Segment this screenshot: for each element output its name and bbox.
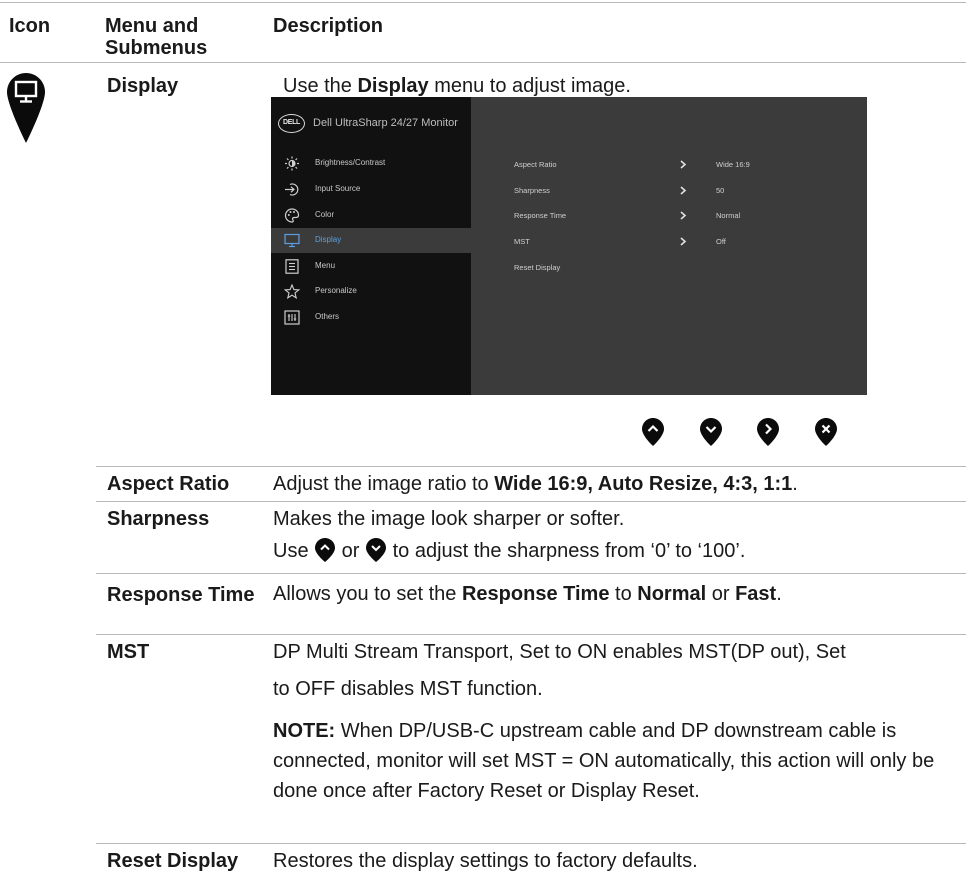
right-arrow-icon <box>757 418 779 446</box>
osd-title: Dell UltraSharp 24/27 Monitor <box>313 117 458 129</box>
chevron-right-icon <box>680 186 687 195</box>
row-rule <box>96 843 966 844</box>
osd-item-label: Input Source <box>315 184 361 193</box>
input-icon <box>285 183 299 196</box>
aspect-ratio-description: Adjust the image ratio to Wide 16:9, Aut… <box>273 473 798 495</box>
chevron-right-icon <box>680 211 687 220</box>
down-arrow-icon <box>366 538 387 562</box>
osd-item-others: Others <box>271 305 471 330</box>
osd-item-brightness-contrast: Brightness/Contrast <box>271 151 471 176</box>
header-bottom-rule <box>0 62 966 63</box>
display-menu-icon <box>7 73 45 143</box>
sun-icon <box>285 156 299 171</box>
star-icon <box>284 284 300 299</box>
mst-note: NOTE: When DP/USB-C upstream cable and D… <box>273 720 935 802</box>
osd-value-mst: Off <box>716 237 726 246</box>
osd-submenu-aspect-ratio: Aspect Ratio <box>514 160 557 169</box>
osd-item-label: Brightness/Contrast <box>315 158 386 167</box>
sharpness-name: Sharpness <box>107 508 210 530</box>
osd-item-label: Personalize <box>315 286 357 295</box>
chevron-right-icon <box>680 160 687 169</box>
osd-item-label: Menu <box>315 261 336 270</box>
others-icon <box>284 310 300 325</box>
header-icon-label: Icon <box>9 15 51 37</box>
osd-submenu-mst: MST <box>514 237 530 246</box>
row-rule <box>96 466 966 467</box>
osd-submenu-response-time: Response Time <box>514 211 567 220</box>
row-rule <box>96 573 966 574</box>
header-top-rule <box>0 2 966 3</box>
aspect-ratio-name: Aspect Ratio <box>107 473 230 495</box>
osd-main-menu: DELL Dell UltraSharp 24/27 Monitor Brigh… <box>271 97 471 395</box>
mst-name: MST <box>107 641 150 663</box>
osd-value-response-time: Normal <box>716 211 741 220</box>
dell-logo: DELL <box>278 114 305 133</box>
osd-item-input-source: Input Source <box>271 177 471 202</box>
header-menu-label: Menu and Submenus <box>105 15 208 59</box>
osd-item-personalize: Personalize <box>271 279 471 304</box>
sharpness-description-line2: Use or to adjust the sharpness from ‘0’ … <box>273 536 745 566</box>
row-rule <box>96 634 966 635</box>
osd-value-sharpness: 50 <box>716 186 725 195</box>
palette-icon <box>284 208 300 223</box>
osd-item-color: Color <box>271 203 471 228</box>
osd-submenu: Aspect Ratio Wide 16:9 Sharpness 50 Resp… <box>471 97 867 395</box>
osd-item-label: Display <box>315 235 342 244</box>
osd-item-label: Others <box>315 312 340 321</box>
reset-display-name: Reset Display <box>107 850 239 872</box>
reset-display-description: Restores the display settings to factory… <box>273 850 698 872</box>
response-time-description: Allows you to set the Response Time to N… <box>273 583 782 605</box>
osd-submenu-sharpness: Sharpness <box>514 186 550 195</box>
osd-submenu-reset-display: Reset Display <box>514 263 561 272</box>
down-arrow-icon <box>700 418 722 446</box>
osd-screenshot: DELL Dell UltraSharp 24/27 Monitor Brigh… <box>271 97 867 395</box>
sharpness-description-line1: Makes the image look sharper or softer. <box>273 508 625 530</box>
mst-description-line1: DP Multi Stream Transport, Set to ON ena… <box>273 641 846 663</box>
header-description-label: Description <box>273 15 384 37</box>
monitor-icon <box>284 233 300 248</box>
up-arrow-icon <box>642 418 664 446</box>
osd-item-menu: Menu <box>271 254 471 279</box>
mst-description-line2: to OFF disables MST function. <box>273 678 543 700</box>
chevron-right-icon <box>680 237 687 246</box>
menu-list-icon <box>285 259 299 274</box>
response-time-name: Response Time <box>107 584 255 606</box>
up-arrow-icon <box>315 538 336 562</box>
osd-item-label: Color <box>315 210 335 219</box>
osd-value-aspect-ratio: Wide 16:9 <box>716 160 750 169</box>
row-rule <box>96 501 966 502</box>
osd-item-display: Display <box>271 228 471 253</box>
display-menu-name: Display <box>107 75 179 97</box>
close-icon <box>815 418 837 446</box>
